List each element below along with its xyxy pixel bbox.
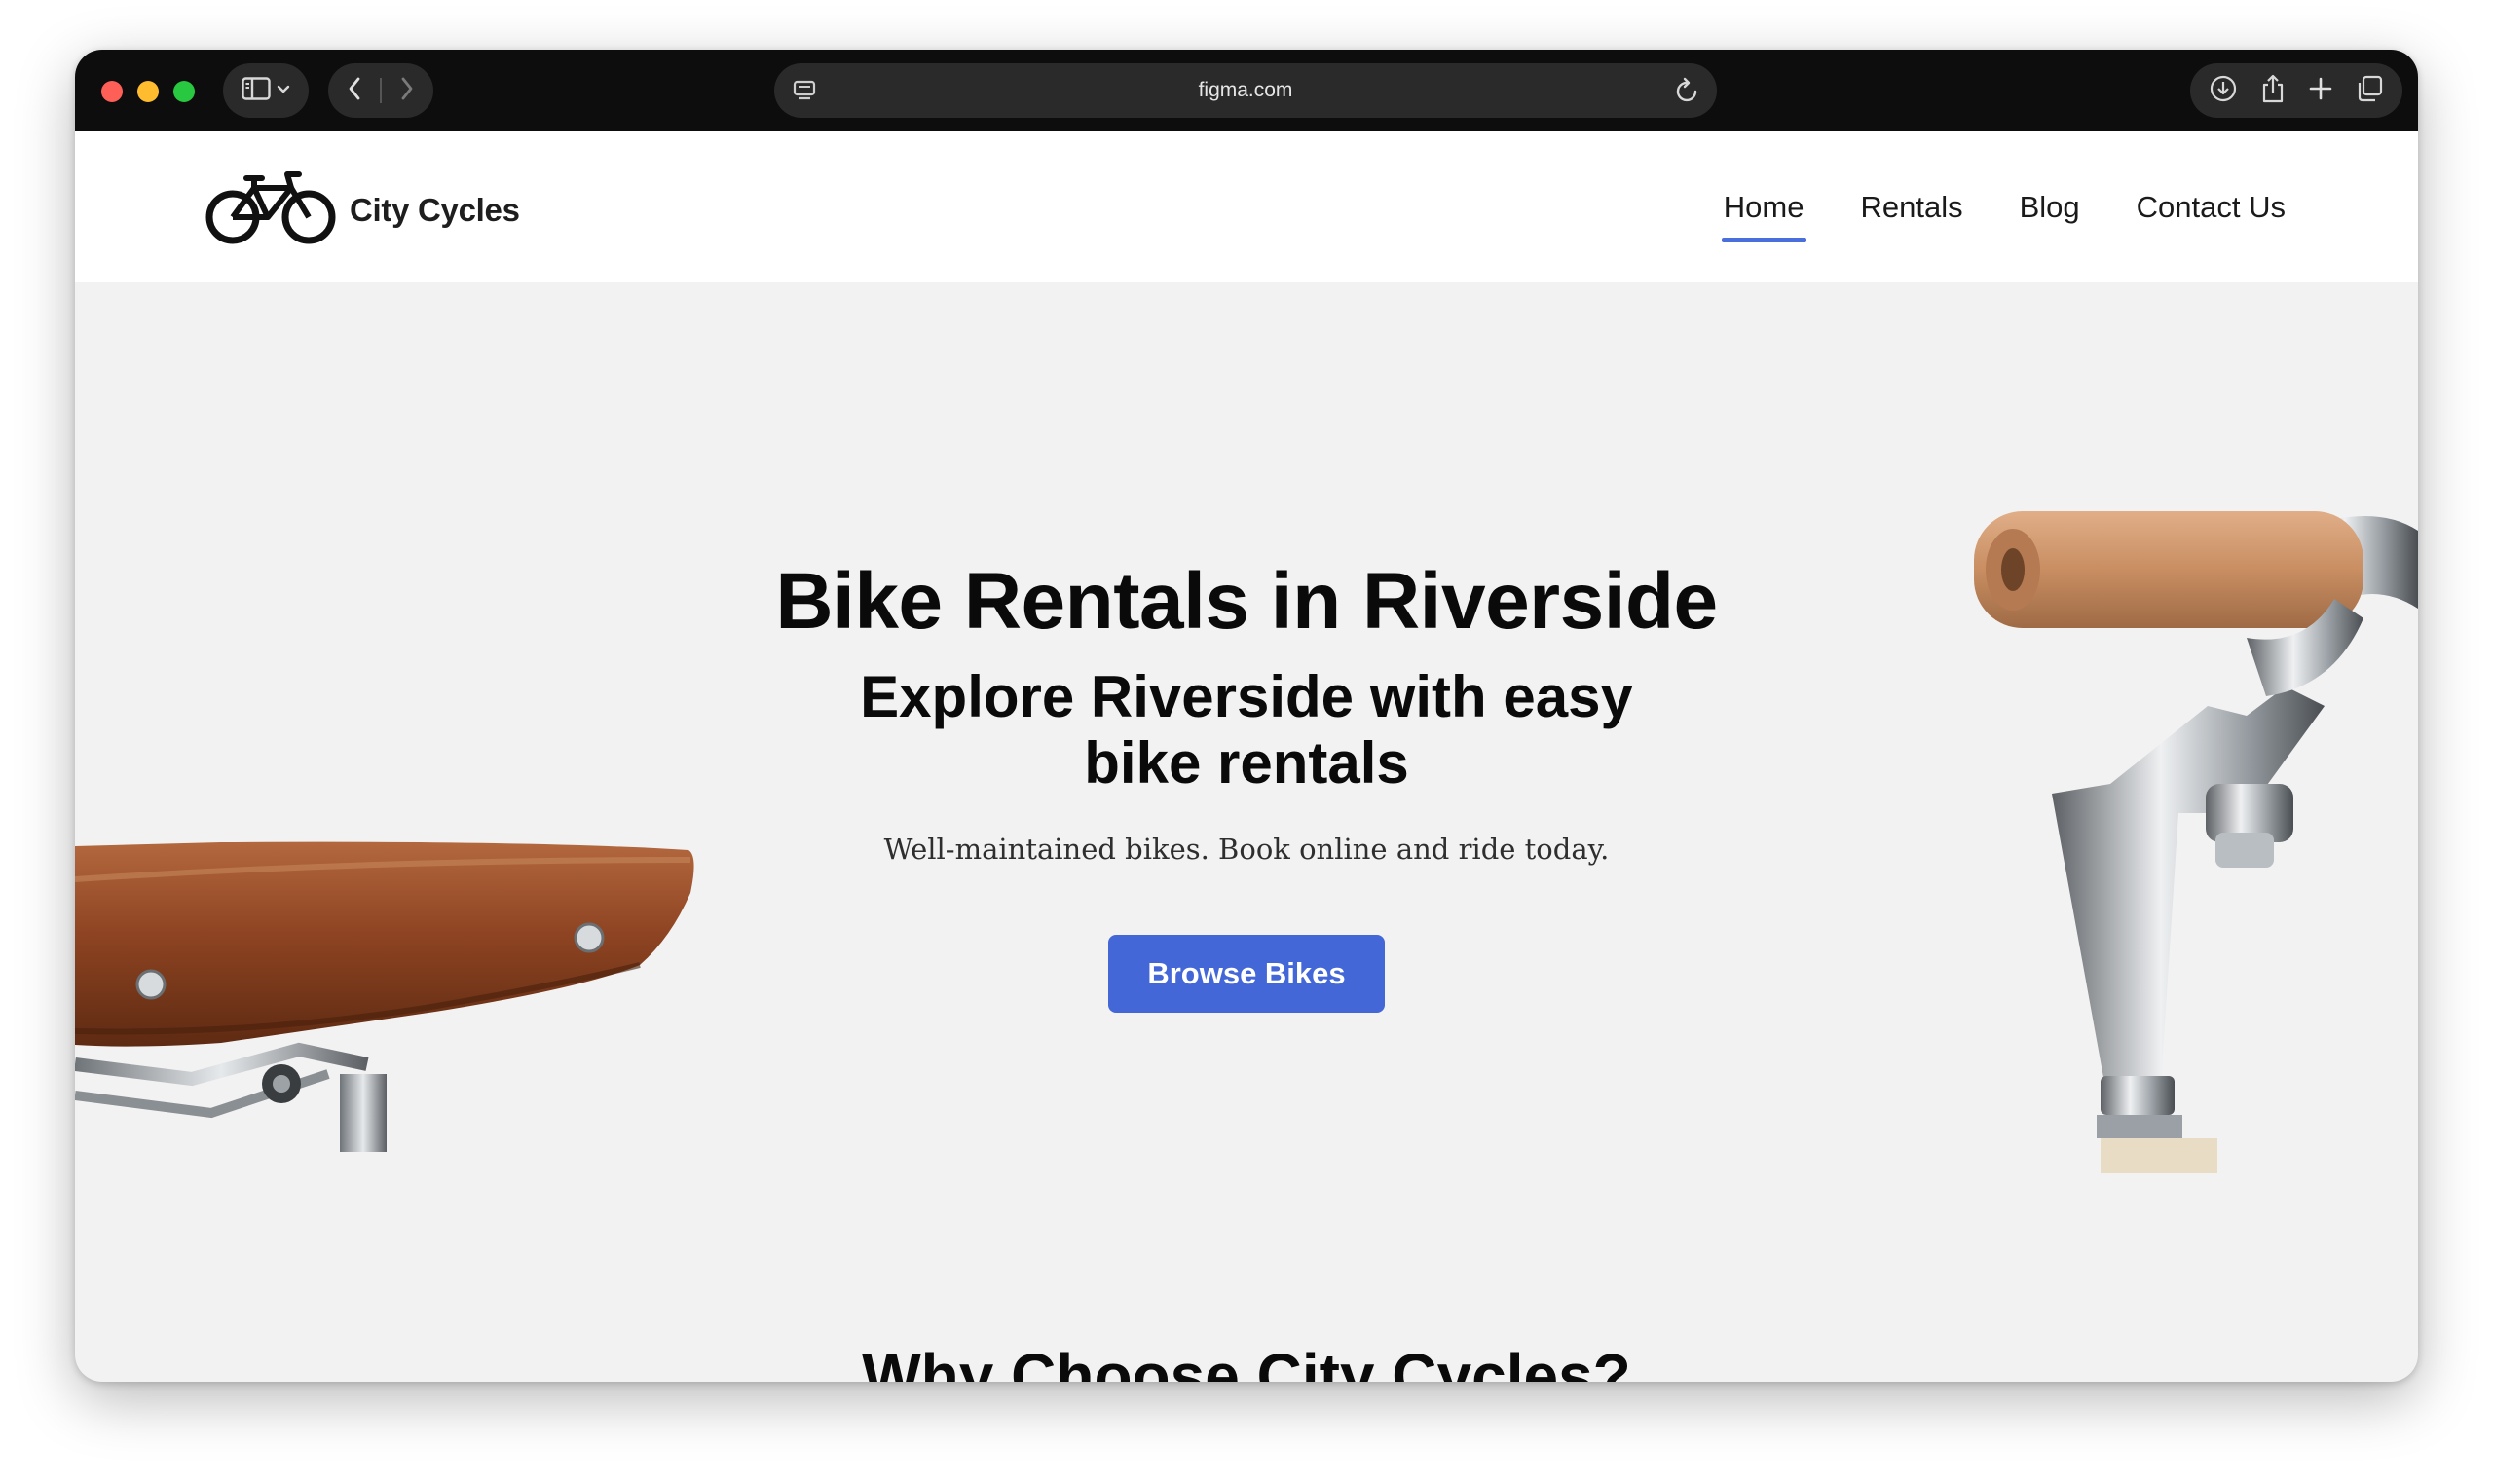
hero-subtitle-line-1: Explore Riverside with easy xyxy=(860,664,1633,729)
sidebar-icon xyxy=(242,76,271,105)
hero-title: Bike Rentals in Riverside xyxy=(775,557,1718,646)
new-tab-icon[interactable] xyxy=(2308,76,2333,106)
site-logo[interactable]: City Cycles xyxy=(204,167,520,253)
minimize-window-button[interactable] xyxy=(137,81,159,102)
share-icon[interactable] xyxy=(2259,73,2287,109)
back-button[interactable] xyxy=(347,76,362,106)
brand-name: City Cycles xyxy=(350,191,520,228)
hero-subtitle: Explore Riverside with easy bike rentals xyxy=(75,664,2418,797)
divider xyxy=(380,78,382,103)
nav-contact-us[interactable]: Contact Us xyxy=(2135,184,2288,231)
hero-description: Well-maintained bikes. Book online and r… xyxy=(883,833,1610,866)
hero-subtitle-line-2: bike rentals xyxy=(1084,730,1409,796)
zoom-window-button[interactable] xyxy=(173,81,195,102)
forward-button[interactable] xyxy=(399,76,415,106)
tab-overview-icon[interactable] xyxy=(2355,74,2384,108)
reload-icon[interactable] xyxy=(1674,76,1701,110)
main-nav: Home Rentals Blog Contact Us xyxy=(1721,131,2288,282)
browser-window: figma.com City Cycles Home Rentals Blog … xyxy=(75,50,2418,1382)
browser-toolbar: figma.com xyxy=(75,50,2418,131)
site-header: City Cycles Home Rentals Blog Contact Us xyxy=(75,131,2418,282)
nav-rentals[interactable]: Rentals xyxy=(1859,184,1965,231)
why-choose-heading: Why Choose City Cycles? xyxy=(862,1341,1631,1382)
bike-saddle-image xyxy=(75,840,698,1157)
download-icon[interactable] xyxy=(2209,74,2238,108)
address-bar[interactable]: figma.com xyxy=(774,63,1717,118)
nav-home[interactable]: Home xyxy=(1721,184,1806,242)
chevron-down-icon xyxy=(277,82,290,99)
sidebar-toggle-button[interactable] xyxy=(223,63,309,118)
browse-bikes-button[interactable]: Browse Bikes xyxy=(1108,935,1385,1013)
address-url[interactable]: figma.com xyxy=(774,63,1717,118)
browser-actions xyxy=(2190,63,2402,118)
hero-section: Bike Rentals in Riverside Explore Rivers… xyxy=(75,282,2418,1382)
bicycle-icon xyxy=(204,167,340,253)
close-window-button[interactable] xyxy=(101,81,123,102)
nav-blog[interactable]: Blog xyxy=(2018,184,2082,231)
history-nav xyxy=(328,63,433,118)
